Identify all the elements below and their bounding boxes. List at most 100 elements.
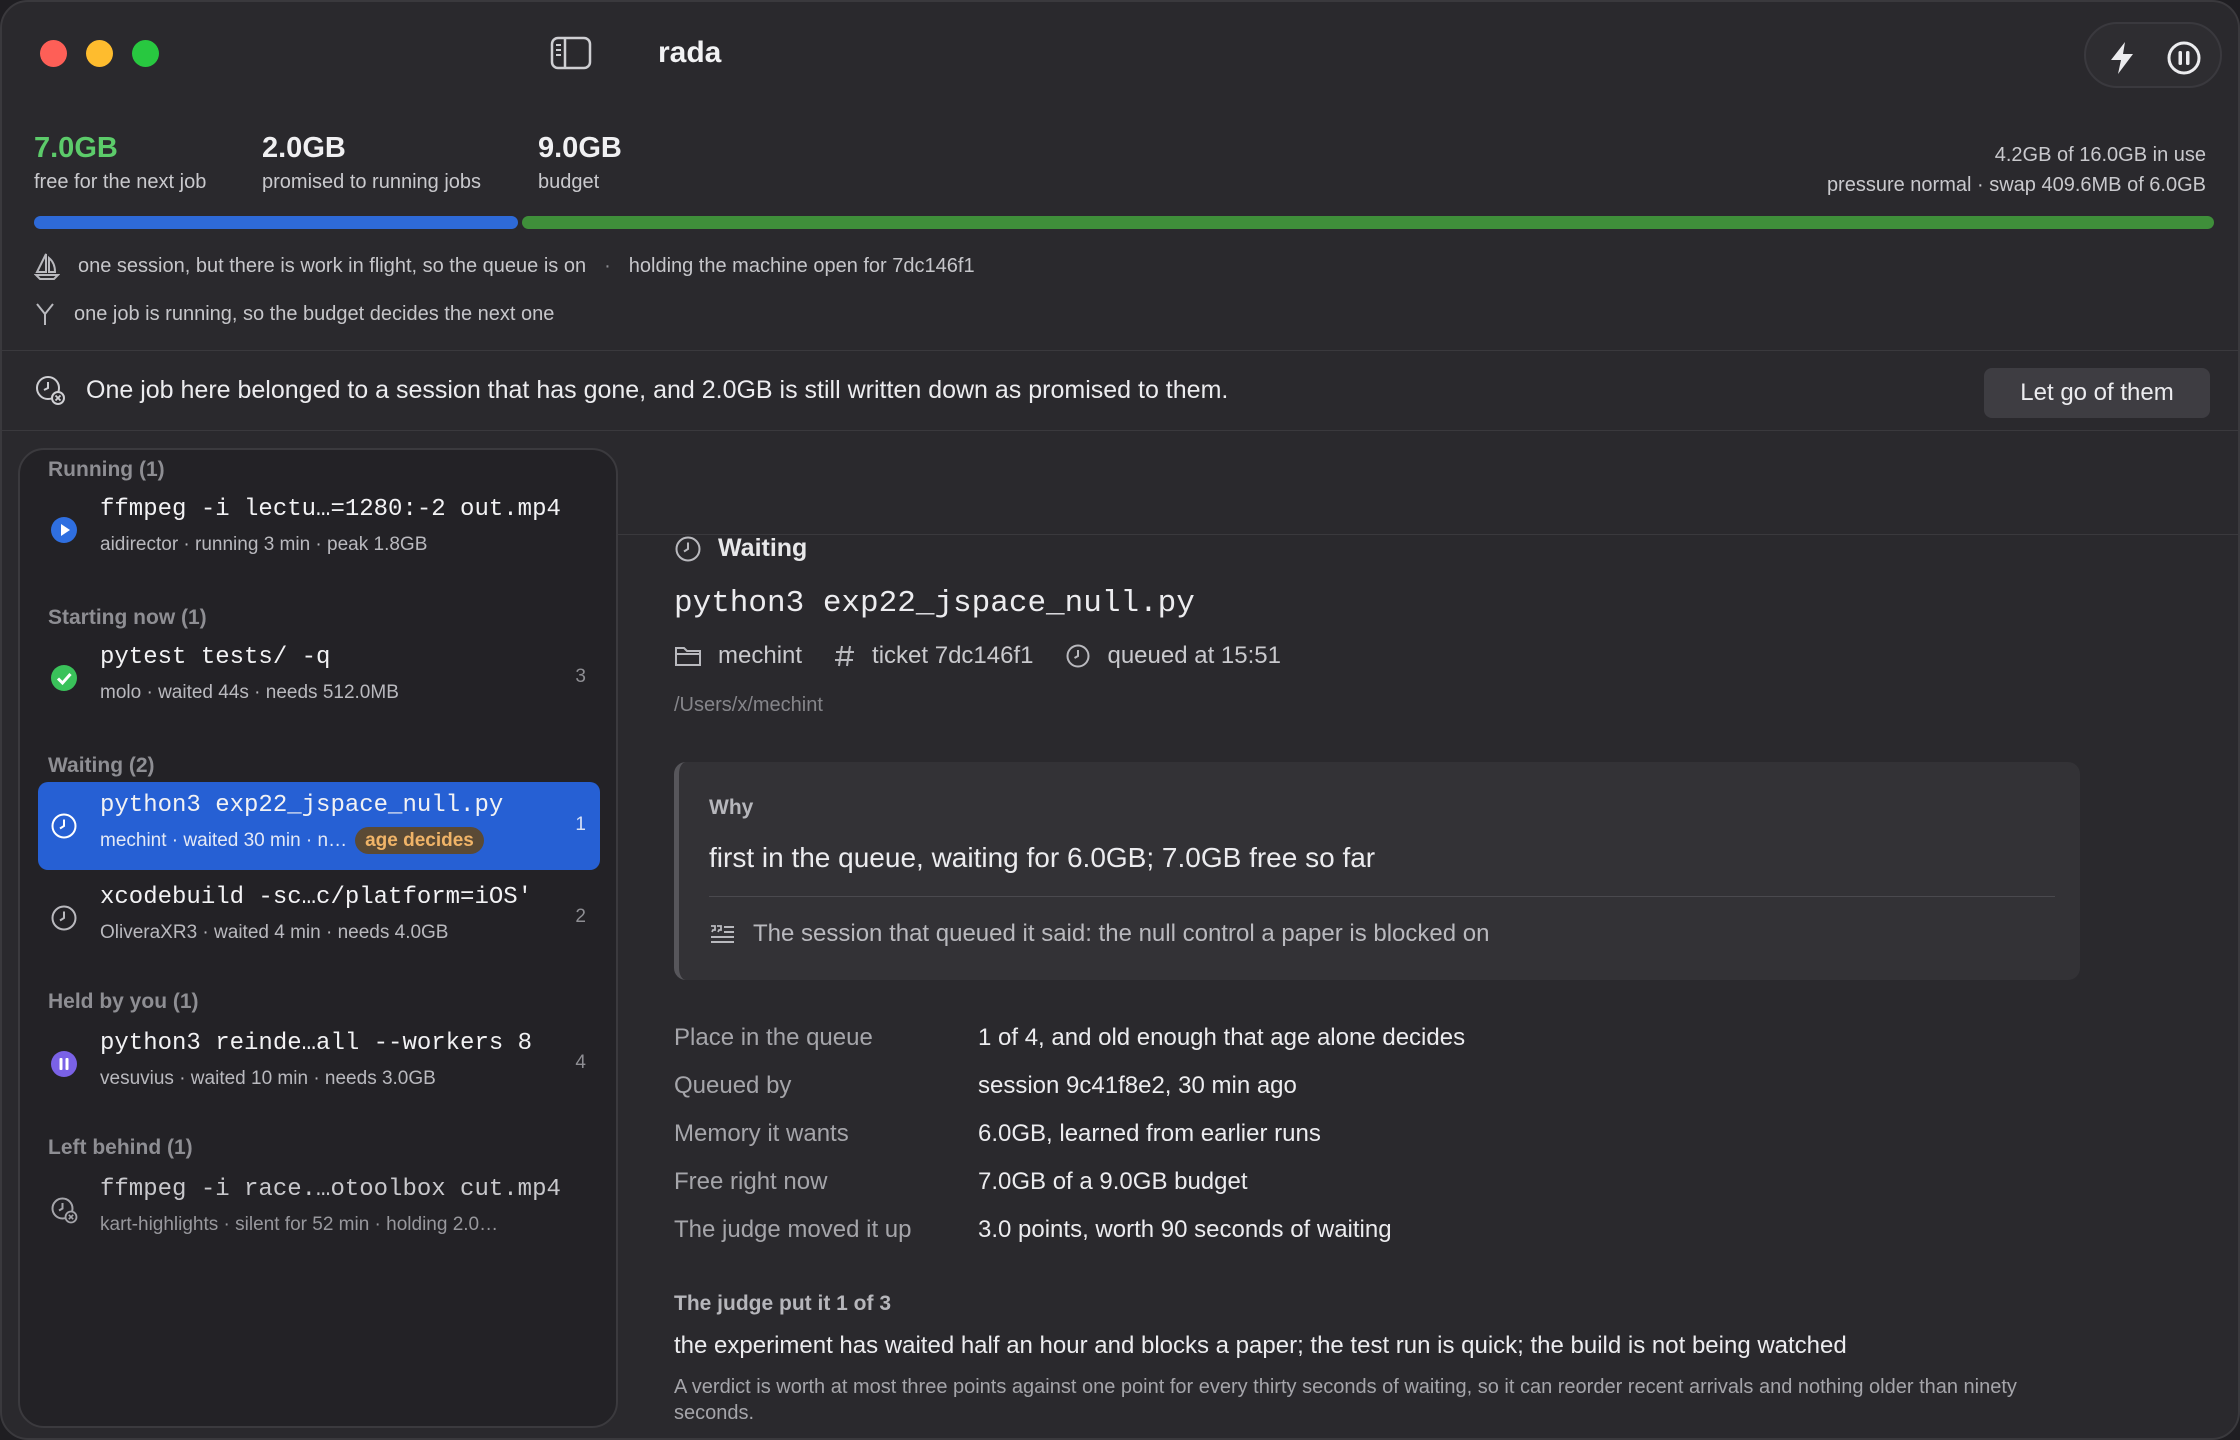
fact-value: 6.0GB, learned from earlier runs [978, 1120, 1321, 1147]
queue-position: 1 [575, 814, 586, 835]
fact-key: The judge moved it up [674, 1216, 912, 1243]
job-meta: kart-highlights · silent for 52 min · ho… [100, 1214, 499, 1235]
group-header-left-behind: Left behind (1) [48, 1136, 193, 1159]
bolt-icon[interactable] [2104, 40, 2140, 76]
judge-heading: The judge put it 1 of 3 [674, 1292, 891, 1315]
free-memory-value: 7.0GB [34, 132, 118, 164]
age-decides-badge: age decides [355, 827, 484, 854]
checkmark-icon [51, 665, 77, 691]
fact-value: session 9c41f8e2, 30 min ago [978, 1072, 1297, 1099]
minimize-window-button[interactable] [86, 40, 113, 67]
queue-position: 3 [575, 666, 586, 687]
why-panel: Why first in the queue, waiting for 6.0G… [674, 762, 2080, 980]
group-header-starting: Starting now (1) [48, 606, 207, 629]
job-item[interactable]: xcodebuild -sc…c/platform=iOS' OliveraXR… [38, 874, 600, 962]
group-header-held: Held by you (1) [48, 990, 199, 1013]
detail-status: Waiting [674, 534, 807, 563]
fact-value: 7.0GB of a 9.0GB budget [978, 1168, 1248, 1195]
budget-stat: 9.0GB budget [538, 132, 622, 194]
fact-key: Queued by [674, 1072, 792, 1099]
divider [2, 350, 2238, 351]
promised-memory-value: 2.0GB [262, 132, 346, 164]
job-item[interactable]: pytest tests/ -q molo · waited 44s · nee… [38, 634, 600, 722]
clock-icon [51, 813, 77, 839]
detail-status-label: Waiting [718, 534, 808, 562]
hash-icon [835, 645, 855, 667]
separator-dot: · [604, 254, 611, 277]
budget-rule-line: one job is running, so the budget decide… [34, 302, 554, 326]
fact-key: Memory it wants [674, 1120, 849, 1147]
session-quote: The session that queued it said: the nul… [709, 920, 1489, 948]
job-command: ffmpeg -i race.…otoolbox cut.mp4 [100, 1176, 561, 1203]
job-item[interactable]: python3 reinde…all --workers 8 vesuvius … [38, 1020, 600, 1108]
divider [2, 430, 2238, 431]
zoom-window-button[interactable] [132, 40, 159, 67]
promised-memory-stat: 2.0GB promised to running jobs [262, 132, 481, 194]
close-window-button[interactable] [40, 40, 67, 67]
promised-memory-bar [34, 216, 518, 229]
folder-icon [675, 647, 701, 666]
quote-text-icon [711, 925, 734, 943]
job-meta: molo · waited 44s · needs 512.0MB [100, 682, 399, 703]
fact-key: Free right now [674, 1168, 828, 1195]
detail-ticket: ticket 7dc146f1 [834, 642, 1033, 670]
fact-value: 3.0 points, worth 90 seconds of waiting [978, 1216, 1392, 1243]
why-title: Why [709, 796, 754, 819]
free-memory-stat: 7.0GB free for the next job [34, 132, 206, 194]
divider [709, 896, 2055, 897]
why-text: first in the queue, waiting for 6.0GB; 7… [709, 842, 1376, 873]
detail-queued: queued at 15:51 [1065, 642, 1281, 670]
play-icon [51, 517, 77, 543]
detail-queued-time: queued at 15:51 [1107, 642, 1281, 669]
detail-meta: mechint ticket 7dc146f1 queued at 15:51 [674, 642, 1313, 670]
job-meta: OliveraXR3 · waited 4 min · needs 4.0GB [100, 922, 449, 943]
group-header-waiting: Waiting (2) [48, 754, 155, 777]
pause-icon [51, 1051, 77, 1077]
detail-project: mechint [674, 642, 802, 670]
detail-divider [618, 534, 2238, 535]
orphan-notice-text: One job here belonged to a session that … [86, 375, 1229, 404]
detail-ticket-id: ticket 7dc146f1 [872, 642, 1034, 669]
orphan-notice: One job here belonged to a session that … [34, 374, 1228, 406]
clock-icon [51, 905, 77, 931]
group-header-running: Running (1) [48, 458, 165, 481]
pause-icon[interactable] [2166, 40, 2202, 76]
job-meta-text: mechint · waited 30 min · n… [100, 830, 348, 851]
detail-project-name: mechint [718, 642, 803, 669]
job-command: ffmpeg -i lectu…=1280:-2 out.mp4 [100, 496, 561, 523]
job-command: pytest tests/ -q [100, 644, 331, 671]
free-memory-label: free for the next job [34, 171, 207, 193]
let-go-button[interactable]: Let go of them [1984, 368, 2210, 418]
job-meta: mechint · waited 30 min · n… age decides [100, 827, 484, 854]
queue-state-text: one session, but there is work in flight… [78, 254, 587, 277]
memory-usage: 4.2GB of 16.0GB in use pressure normal ·… [1827, 140, 2206, 200]
budget-label: budget [538, 171, 600, 193]
sailboat-icon [34, 253, 60, 280]
job-item[interactable]: ffmpeg -i race.…otoolbox cut.mp4 kart-hi… [38, 1166, 600, 1254]
fact-key: Place in the queue [674, 1024, 873, 1051]
job-item[interactable]: ffmpeg -i lectu…=1280:-2 out.mp4 aidirec… [38, 486, 600, 574]
job-command: xcodebuild -sc…c/platform=iOS' [100, 884, 533, 911]
clock-icon [1066, 644, 1090, 668]
queue-state-line: one session, but there is work in flight… [34, 252, 975, 280]
memory-pressure: pressure normal · swap 409.6MB of 6.0GB [1826, 174, 2206, 196]
detail-path: /Users/x/mechint [674, 694, 823, 716]
job-item-selected[interactable]: python3 exp22_jspace_null.py mechint · w… [38, 782, 600, 870]
clock-x-icon [51, 1197, 78, 1224]
toolbar-group [2084, 22, 2222, 88]
budget-value: 9.0GB [538, 132, 622, 164]
job-meta: aidirector · running 3 min · peak 1.8GB [100, 534, 428, 555]
judge-note: A verdict is worth at most three points … [674, 1376, 2017, 1424]
session-quote-text: The session that queued it said: the nul… [753, 920, 1490, 947]
job-command: python3 reinde…all --workers 8 [100, 1030, 533, 1057]
branch-icon [36, 303, 54, 325]
holding-text: holding the machine open for 7dc146f1 [628, 254, 975, 277]
clock-x-icon [36, 376, 65, 405]
sidebar-toggle-icon[interactable] [550, 36, 592, 70]
job-list: Running (1) ffmpeg -i lectu…=1280:-2 out… [18, 448, 618, 1428]
queue-position: 4 [575, 1052, 586, 1073]
fact-value: 1 of 4, and old enough that age alone de… [978, 1024, 1466, 1051]
queue-position: 2 [575, 906, 586, 927]
clock-icon [675, 536, 701, 561]
budget-rule-text: one job is running, so the budget decide… [74, 302, 555, 325]
